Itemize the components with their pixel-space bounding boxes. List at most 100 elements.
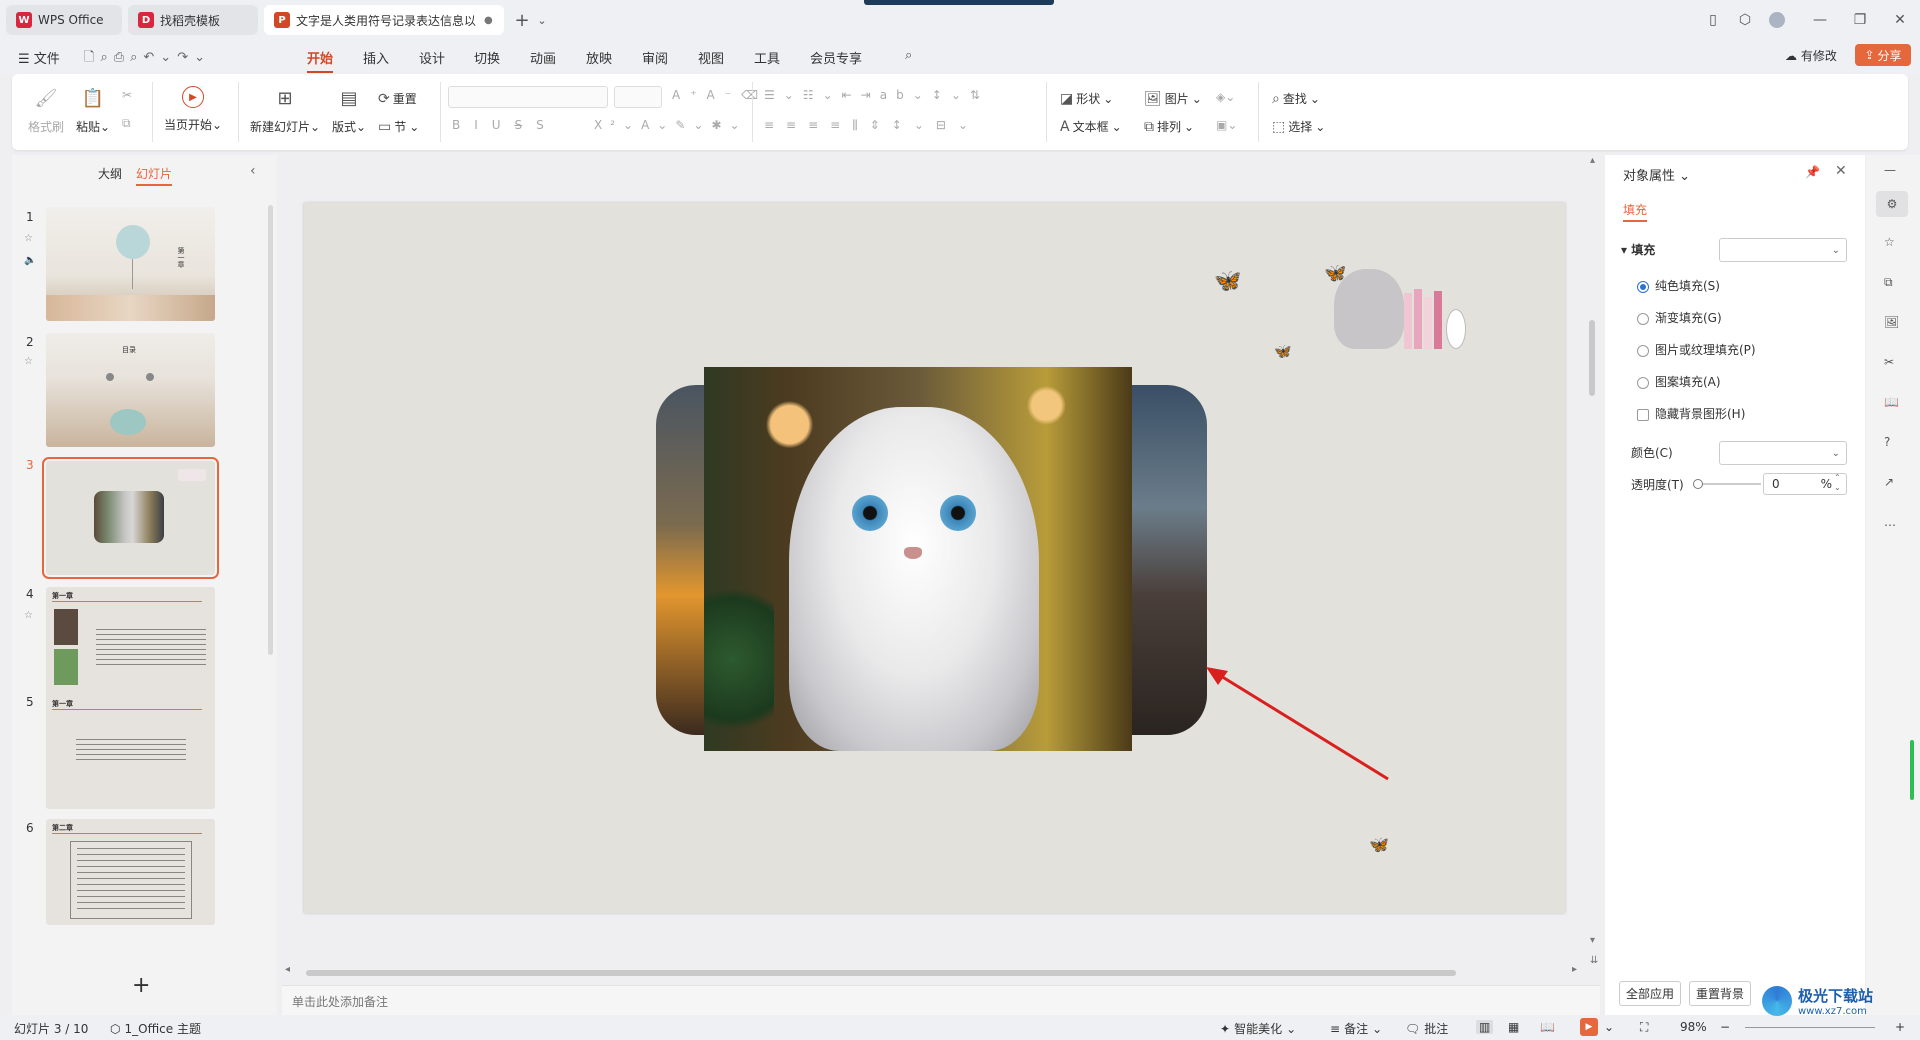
normal-view-icon[interactable]: ▥ bbox=[1476, 1020, 1494, 1034]
share-button[interactable]: ⇪ 分享 bbox=[1855, 44, 1911, 66]
paste-button[interactable]: 📋 粘贴⌄ bbox=[76, 86, 110, 135]
layout-icon[interactable]: ▯ bbox=[1703, 10, 1723, 30]
theme-indicator[interactable]: ⬡ 1_Office 主题 bbox=[110, 1020, 201, 1037]
cat-image[interactable] bbox=[704, 367, 1132, 751]
notes-toggle[interactable]: ≡ 备注 ⌄ bbox=[1330, 1020, 1382, 1037]
picture-button[interactable]: 🖼 图片 ⌄ bbox=[1144, 90, 1202, 107]
close-pane-icon[interactable]: ✕ bbox=[1835, 163, 1847, 179]
tab-animations[interactable]: 动画 bbox=[530, 48, 556, 67]
font-color-controls[interactable]: X²⌄A⌄✎⌄✱⌄ bbox=[594, 118, 748, 132]
scroll-left-icon[interactable]: ◂ bbox=[285, 964, 290, 975]
slide-thumbnail-3[interactable] bbox=[42, 457, 219, 579]
pane-title[interactable]: 对象属性 ⌄ bbox=[1623, 165, 1690, 184]
slide-canvas[interactable]: 🦋 🦋 🦋 🦋 bbox=[304, 203, 1565, 913]
collapse-pane-icon[interactable]: ‹ bbox=[250, 163, 256, 179]
tab-insert[interactable]: 插入 bbox=[363, 48, 389, 67]
tab-slides[interactable]: 幻灯片 bbox=[136, 165, 173, 186]
vertical-scrollbar[interactable] bbox=[1589, 320, 1595, 396]
find-button[interactable]: ⌕ 查找 ⌄ bbox=[1272, 90, 1320, 107]
fill-type-select[interactable]: ⌄ bbox=[1719, 238, 1847, 262]
add-slide-button[interactable]: + bbox=[132, 973, 150, 998]
cube-icon[interactable]: ⬡ bbox=[1735, 10, 1755, 30]
help-icon[interactable]: ? bbox=[1884, 435, 1890, 449]
tab-transitions[interactable]: 切换 bbox=[474, 48, 500, 67]
textbox-button[interactable]: A 文本框 ⌄ bbox=[1060, 118, 1122, 135]
search-icon[interactable]: ⌕ bbox=[905, 48, 912, 63]
slide-sorter-icon[interactable]: ▦ bbox=[1508, 1020, 1519, 1034]
zoom-in-icon[interactable]: + bbox=[1895, 1020, 1905, 1034]
solid-fill-radio[interactable]: 纯色填充(S) bbox=[1637, 277, 1720, 294]
zoom-slider[interactable] bbox=[1745, 1027, 1875, 1028]
arrange-button[interactable]: ⧉ 排列 ⌄ bbox=[1144, 118, 1194, 135]
butterfly-icon[interactable]: 🦋 bbox=[1214, 269, 1241, 294]
tab-membership[interactable]: 会员专享 bbox=[810, 48, 862, 67]
butterfly-icon[interactable]: 🦋 bbox=[1369, 835, 1389, 854]
scroll-page-down-icon[interactable]: ▾ bbox=[1590, 935, 1595, 946]
tools-icon[interactable]: ✂ bbox=[1884, 355, 1894, 369]
audio-icon[interactable]: 🔈 bbox=[24, 255, 36, 266]
collapse-rail-icon[interactable]: — bbox=[1884, 163, 1896, 177]
fit-window-icon[interactable]: ⛶ bbox=[1640, 1020, 1648, 1035]
font-size-controls[interactable]: A⁺A⁻⌫ bbox=[672, 88, 768, 102]
picture-fill-radio[interactable]: 图片或纹理填充(P) bbox=[1637, 341, 1756, 358]
tab-outline[interactable]: 大纲 bbox=[98, 165, 122, 182]
slide-thumbnail-6[interactable]: 第二章 bbox=[46, 819, 215, 925]
apply-all-button[interactable]: 全部应用 bbox=[1619, 981, 1682, 1006]
section-button[interactable]: ▭ 节 ⌄ bbox=[378, 118, 419, 135]
color-picker[interactable]: ⌄ bbox=[1719, 441, 1847, 465]
slideshow-options-chevron-icon[interactable]: ⌄ bbox=[1604, 1020, 1614, 1034]
zoom-out-icon[interactable]: − bbox=[1720, 1020, 1730, 1034]
scroll-up-icon[interactable]: ▴ bbox=[1590, 155, 1595, 166]
select-button[interactable]: ⬚ 选择 ⌄ bbox=[1272, 118, 1325, 135]
fill-icon[interactable]: ◈⌄ bbox=[1216, 90, 1235, 104]
share-arrow-icon[interactable]: ↗ bbox=[1884, 475, 1894, 489]
book-icon[interactable]: 📖 bbox=[1884, 395, 1899, 409]
tab-fill[interactable]: 填充 bbox=[1623, 201, 1648, 222]
stepper-icon[interactable]: ⌃ ⌄ bbox=[1834, 473, 1841, 493]
star-icon[interactable]: ☆ bbox=[24, 610, 33, 621]
tab-home[interactable]: 开始 bbox=[307, 48, 334, 73]
elephant-books-illustration[interactable] bbox=[1334, 263, 1466, 355]
tab-view[interactable]: 视图 bbox=[698, 48, 724, 67]
scroll-down-icon[interactable]: ⇊ bbox=[1590, 955, 1598, 966]
fill-section-header[interactable]: ▾ 填充 bbox=[1621, 241, 1655, 258]
tab-slideshow[interactable]: 放映 bbox=[586, 48, 612, 67]
tab-wps-office[interactable]: W WPS Office bbox=[6, 5, 122, 35]
image-edit-icon[interactable]: 🖼 bbox=[1884, 315, 1899, 329]
butterfly-icon[interactable]: 🦋 bbox=[1274, 344, 1291, 360]
tab-list-chevron-icon[interactable]: ⌄ bbox=[532, 10, 552, 30]
layout-button[interactable]: ▤ 版式⌄ bbox=[332, 86, 366, 135]
more-icon[interactable]: … bbox=[1884, 515, 1896, 529]
tab-review[interactable]: 审阅 bbox=[642, 48, 668, 67]
pattern-fill-radio[interactable]: 图案填充(A) bbox=[1637, 373, 1721, 390]
horizontal-scrollbar-thumb[interactable] bbox=[306, 970, 1456, 976]
pin-icon[interactable]: 📌 bbox=[1805, 165, 1820, 179]
right-landscape-image[interactable] bbox=[1132, 385, 1207, 735]
comments-toggle[interactable]: 🗨 批注 bbox=[1405, 1020, 1448, 1037]
slide-thumbnail-4[interactable]: 第一章 bbox=[46, 587, 215, 701]
cut-icon[interactable]: ✂ bbox=[122, 88, 132, 102]
scroll-right-icon[interactable]: ▸ bbox=[1572, 964, 1577, 975]
font-size-select[interactable] bbox=[614, 86, 662, 108]
minimize-icon[interactable]: — bbox=[1810, 10, 1830, 30]
properties-icon[interactable]: ⚙ bbox=[1876, 191, 1908, 217]
alignment-controls[interactable]: ≡≡≡≡⫼⇕↕⌄⊟⌄ bbox=[764, 118, 980, 133]
modified-indicator[interactable]: ☁ 有修改 bbox=[1785, 47, 1837, 64]
thumbnail-scrollbar[interactable] bbox=[268, 205, 273, 655]
list-controls[interactable]: ☰⌄☷⌄⇤⇥ab⌄↕⌄⇅ bbox=[764, 88, 989, 102]
copy-icon[interactable]: ⧉ bbox=[122, 116, 131, 131]
close-icon[interactable]: ✕ bbox=[1890, 10, 1910, 30]
new-slide-button[interactable]: ⊞ 新建幻灯片⌄ bbox=[250, 86, 320, 135]
zoom-level[interactable]: 98% bbox=[1680, 1020, 1707, 1034]
unsaved-dot-icon[interactable]: ● bbox=[484, 15, 493, 26]
transparency-slider[interactable] bbox=[1693, 479, 1761, 489]
play-current-button[interactable]: ▶ 当页开始⌄ bbox=[164, 86, 222, 133]
slide-thumbnail-1[interactable]: 第一章 bbox=[46, 207, 215, 321]
new-tab-button[interactable]: + bbox=[512, 10, 532, 31]
format-painter-button[interactable]: 🖌 格式刷 bbox=[28, 86, 64, 135]
outline-icon[interactable]: ▣⌄ bbox=[1216, 118, 1237, 132]
gradient-fill-radio[interactable]: 渐变填充(G) bbox=[1637, 309, 1722, 326]
reset-button[interactable]: ⟳ 重置 bbox=[378, 90, 417, 107]
slider-handle[interactable] bbox=[1693, 479, 1703, 489]
file-menu[interactable]: ☰ 文件 bbox=[18, 48, 60, 67]
